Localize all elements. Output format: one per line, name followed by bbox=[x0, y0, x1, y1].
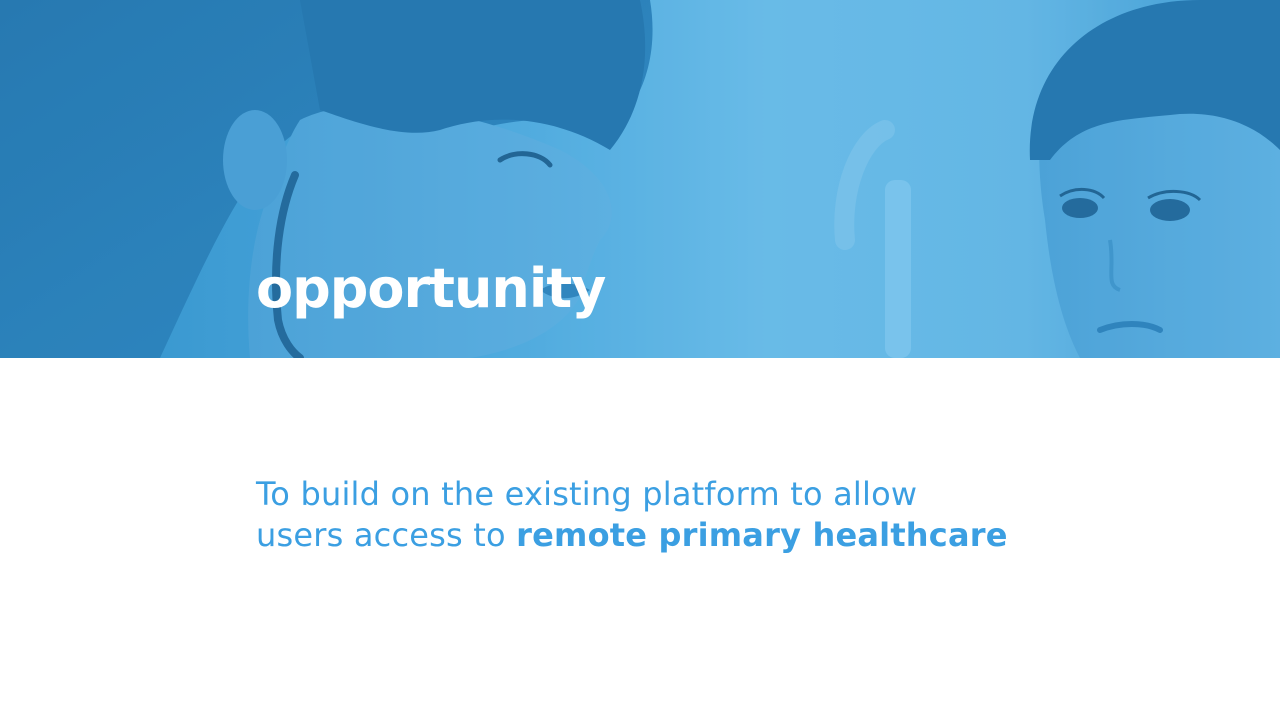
statement-line-1: To build on the existing platform to all… bbox=[256, 475, 918, 513]
statement-emphasis: remote primary healthcare bbox=[516, 516, 1008, 554]
hero-image: opportunity bbox=[0, 0, 1280, 358]
statement-line-2-prefix: users access to bbox=[256, 516, 517, 554]
opportunity-statement: To build on the existing platform to all… bbox=[256, 474, 1156, 556]
slide: opportunity To build on the existing pla… bbox=[0, 0, 1280, 715]
page-title: opportunity bbox=[256, 257, 606, 320]
hero-photo-illustration bbox=[0, 0, 1280, 358]
